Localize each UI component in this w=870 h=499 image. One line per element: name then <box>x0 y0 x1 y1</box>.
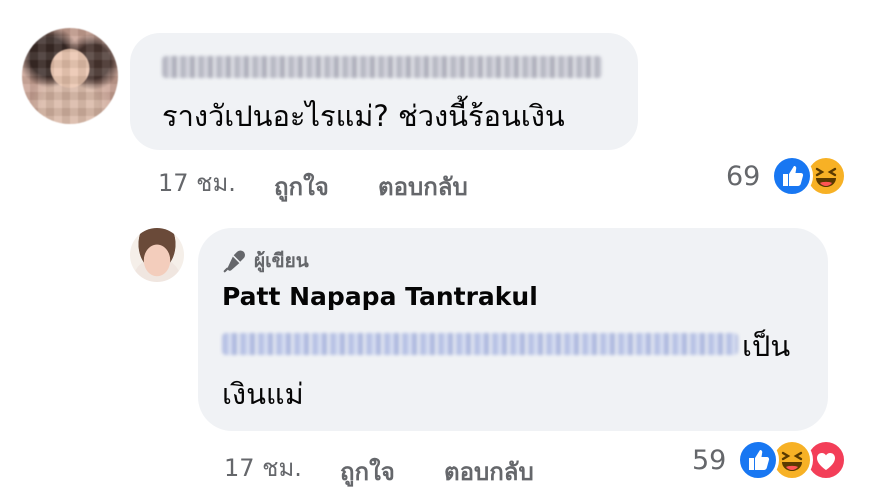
author-name[interactable]: Patt Napapa Tantrakul <box>222 282 538 311</box>
reply-button[interactable]: ตอบกลับ <box>378 167 468 206</box>
reaction-count[interactable]: 59 <box>692 445 726 476</box>
blurred-mention <box>222 333 738 355</box>
author-badge: ผู้เขียน <box>222 246 309 276</box>
author-badge-label: ผู้เขียน <box>254 250 309 272</box>
microphone-icon <box>223 250 246 273</box>
blurred-commenter-name <box>162 56 602 78</box>
comment-text: รางวัเปนอะไรแม่? ช่วงนี้ร้อนเงิน <box>162 99 565 133</box>
like-icon[interactable] <box>737 439 779 481</box>
reply-text-line2: เงินแม่ <box>222 377 304 411</box>
reply-button[interactable]: ตอบกลับ <box>444 452 534 491</box>
like-icon[interactable] <box>771 155 813 197</box>
like-button[interactable]: ถูกใจ <box>340 452 395 491</box>
comment-timestamp[interactable]: 17 ชม. <box>158 163 236 202</box>
reply-text-line1-end: เป็น <box>742 329 791 363</box>
author-avatar[interactable] <box>130 228 184 282</box>
reply-timestamp[interactable]: 17 ชม. <box>224 448 302 487</box>
commenter-avatar[interactable] <box>22 28 118 124</box>
like-button[interactable]: ถูกใจ <box>274 167 329 206</box>
reaction-count[interactable]: 69 <box>726 161 760 192</box>
